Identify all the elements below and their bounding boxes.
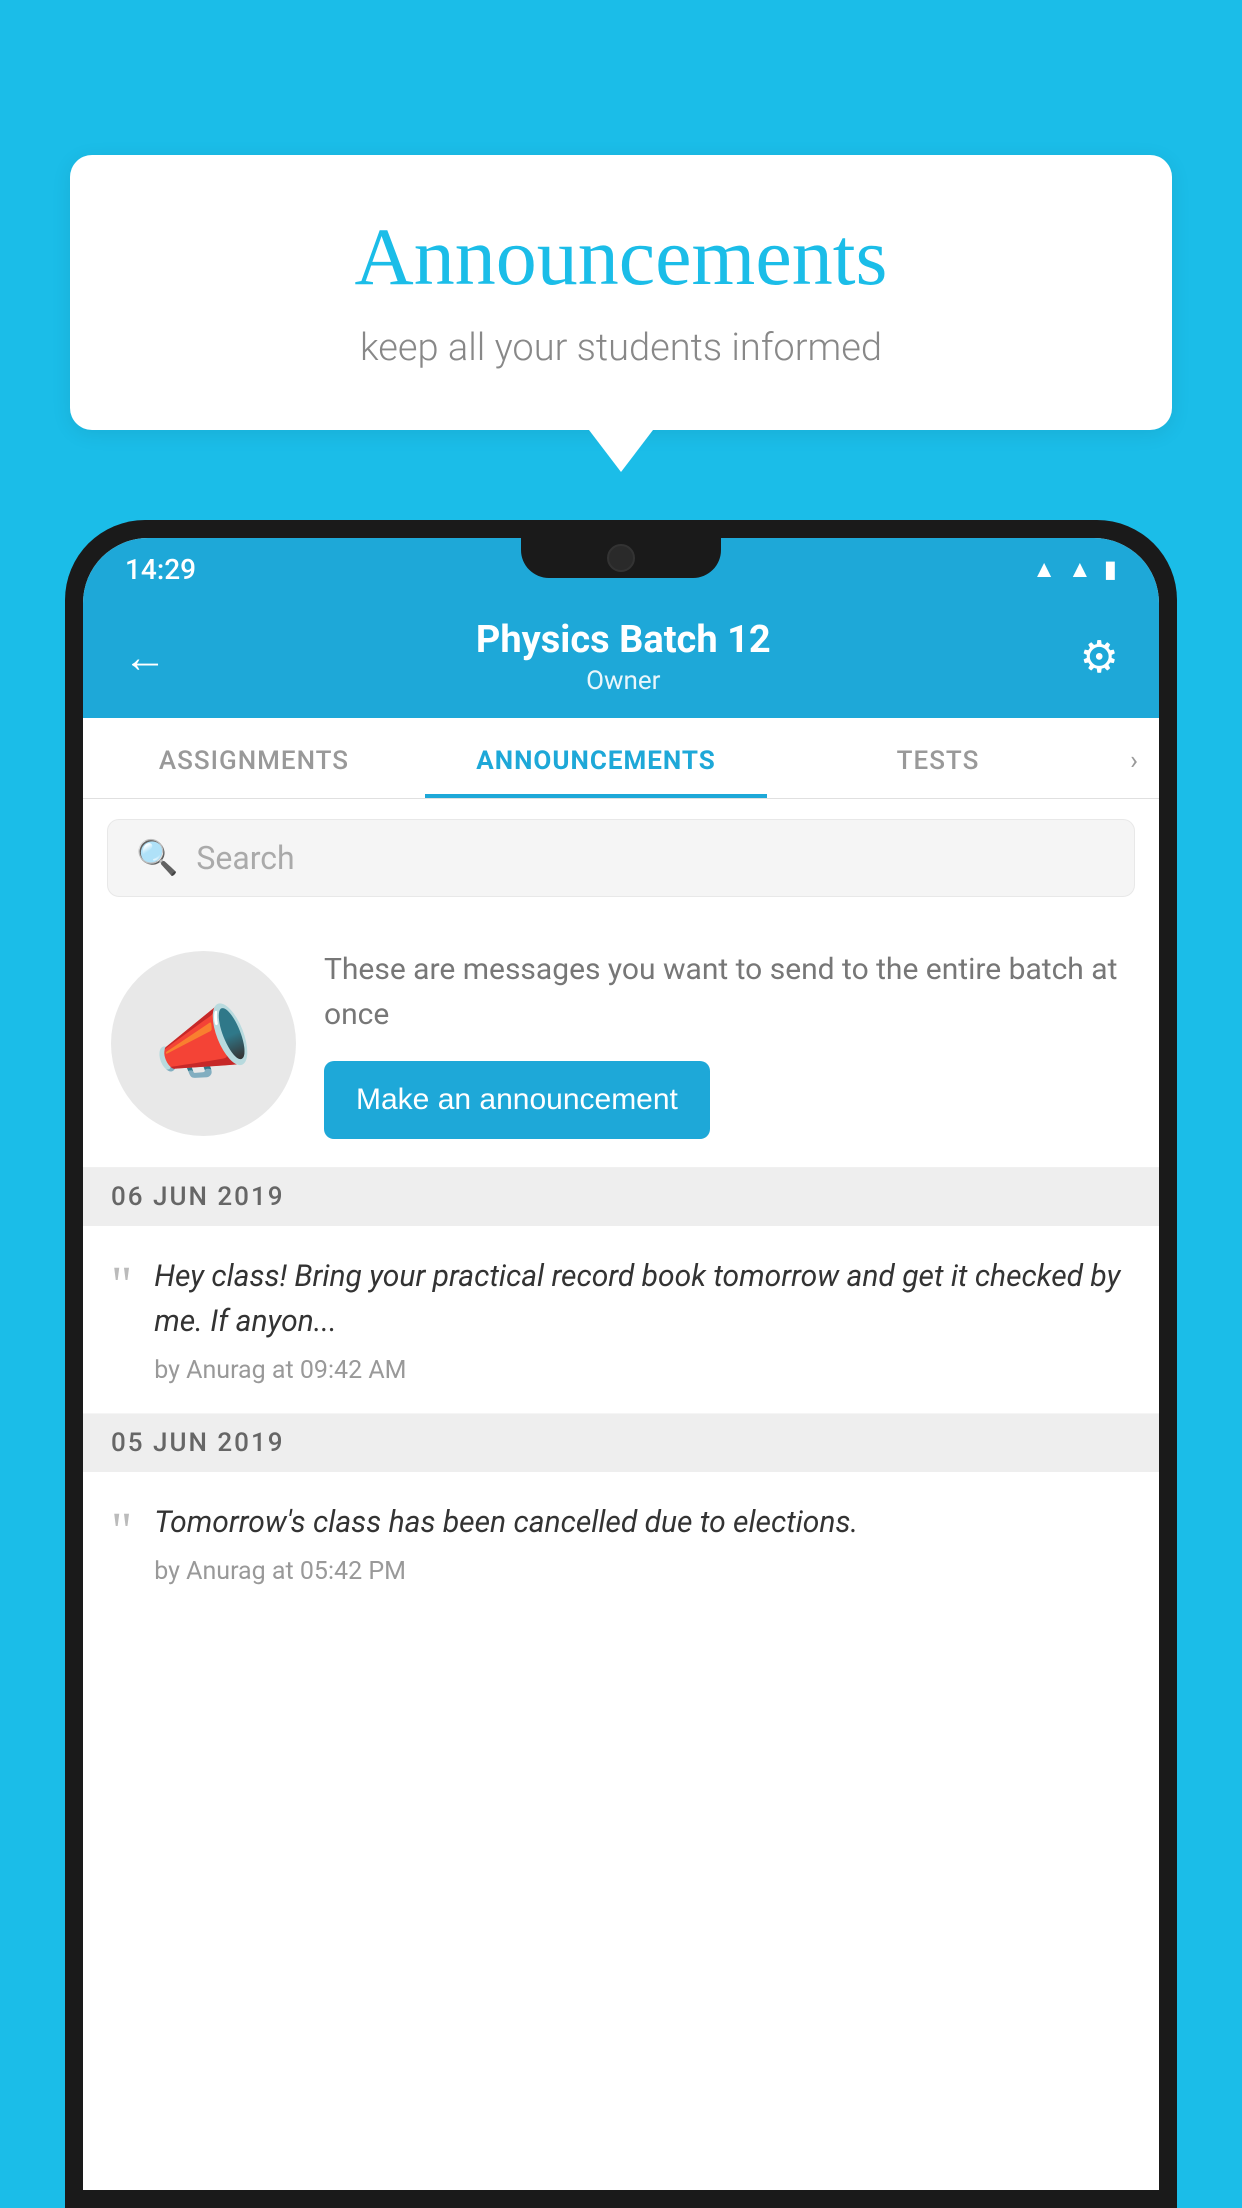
announcement-meta-1: by Anurag at 09:42 AM <box>154 1356 1131 1385</box>
announcement-text-2: Tomorrow's class has been cancelled due … <box>154 1500 1131 1545</box>
make-announcement-button[interactable]: Make an announcement <box>324 1061 710 1139</box>
tab-more[interactable]: › <box>1109 718 1159 798</box>
prompt-right: These are messages you want to send to t… <box>324 947 1131 1139</box>
announcement-prompt: 📣 These are messages you want to send to… <box>83 917 1159 1168</box>
megaphone-icon: 📣 <box>154 996 254 1090</box>
header-title-group: Physics Batch 12 Owner <box>167 618 1080 696</box>
battery-icon: ▮ <box>1104 555 1117 583</box>
speech-bubble-tail <box>589 430 653 472</box>
tab-tests[interactable]: TESTS <box>767 718 1109 798</box>
status-time: 14:29 <box>125 553 196 586</box>
search-input[interactable]: Search <box>196 839 294 877</box>
announcement-content-1: Hey class! Bring your practical record b… <box>154 1254 1131 1385</box>
speech-bubble-section: Announcements keep all your students inf… <box>70 155 1172 472</box>
speech-bubble-card: Announcements keep all your students inf… <box>70 155 1172 430</box>
wifi-icon: ▲ <box>1032 555 1056 584</box>
tabs-bar: ASSIGNMENTS ANNOUNCEMENTS TESTS › <box>83 718 1159 799</box>
header-subtitle: Owner <box>167 666 1080 696</box>
back-button[interactable]: ← <box>123 631 167 683</box>
announcement-item-1[interactable]: " Hey class! Bring your practical record… <box>83 1226 1159 1414</box>
announcement-text-1: Hey class! Bring your practical record b… <box>154 1254 1131 1344</box>
quote-icon-1: " <box>111 1260 132 1312</box>
quote-icon-2: " <box>111 1506 132 1558</box>
announcement-item-2[interactable]: " Tomorrow's class has been cancelled du… <box>83 1472 1159 1614</box>
settings-icon[interactable]: ⚙ <box>1080 631 1119 683</box>
prompt-description: These are messages you want to send to t… <box>324 947 1131 1037</box>
date-divider-1: 06 JUN 2019 <box>83 1168 1159 1226</box>
phone-frame: 14:29 ▲ ▲ ▮ ← Physics Batch 12 Owner ⚙ <box>65 520 1177 2208</box>
announcement-meta-2: by Anurag at 05:42 PM <box>154 1557 1131 1586</box>
status-icons: ▲ ▲ ▮ <box>1032 555 1117 584</box>
bubble-title: Announcements <box>130 210 1112 304</box>
megaphone-circle: 📣 <box>111 951 296 1136</box>
bubble-subtitle: keep all your students informed <box>130 326 1112 370</box>
phone-camera <box>607 544 635 572</box>
signal-icon: ▲ <box>1068 555 1092 584</box>
tab-announcements[interactable]: ANNOUNCEMENTS <box>425 718 767 798</box>
phone-screen: 14:29 ▲ ▲ ▮ ← Physics Batch 12 Owner ⚙ <box>83 538 1159 2190</box>
search-container: 🔍 Search <box>83 799 1159 917</box>
date-divider-2: 05 JUN 2019 <box>83 1414 1159 1472</box>
announcement-content-2: Tomorrow's class has been cancelled due … <box>154 1500 1131 1586</box>
search-icon: 🔍 <box>136 838 178 878</box>
phone-wrapper: 14:29 ▲ ▲ ▮ ← Physics Batch 12 Owner ⚙ <box>65 520 1177 2208</box>
app-header: ← Physics Batch 12 Owner ⚙ <box>83 600 1159 718</box>
search-bar[interactable]: 🔍 Search <box>107 819 1135 897</box>
header-title: Physics Batch 12 <box>167 618 1080 662</box>
tab-assignments[interactable]: ASSIGNMENTS <box>83 718 425 798</box>
